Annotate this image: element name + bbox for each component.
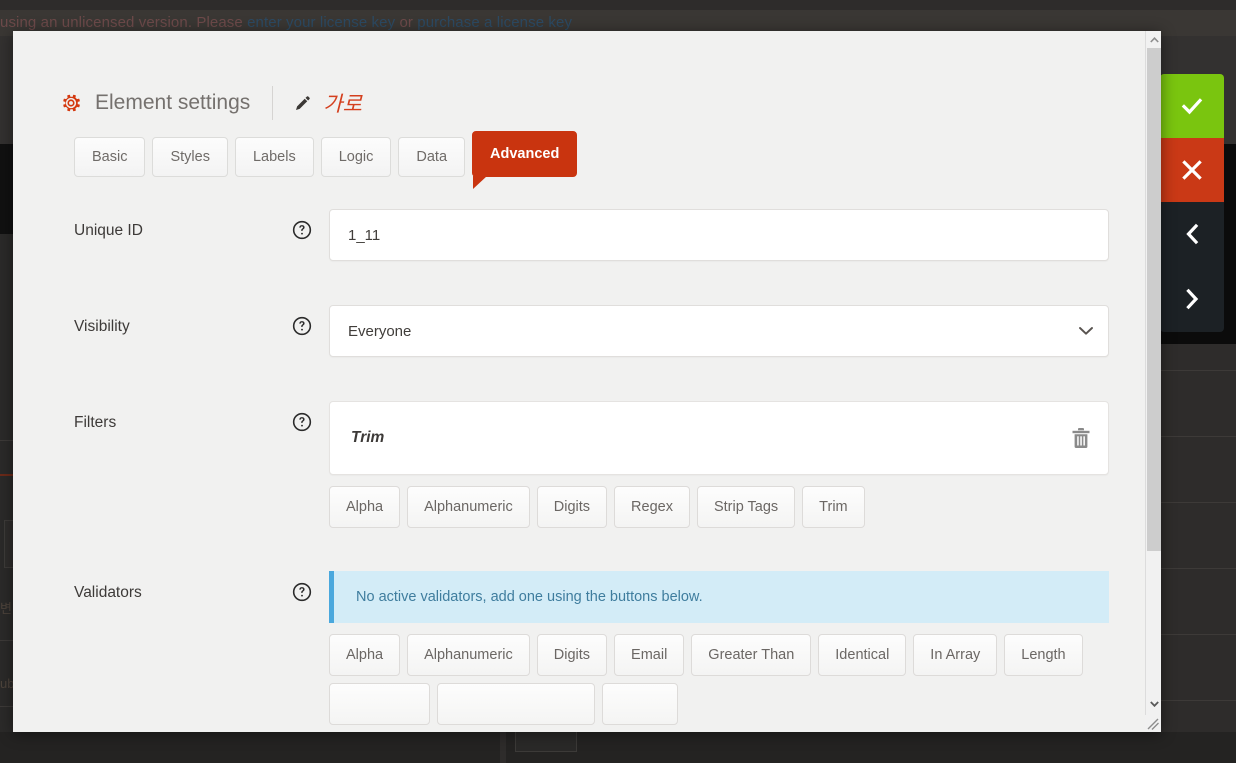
modal-body: Element settings 가로 Basic Styles Labels … [13, 31, 1145, 732]
validator-button-greater-than[interactable]: Greater Than [691, 634, 812, 676]
field-row-filters: Filters Trim Alpha Alphanumeric Digits R… [74, 401, 1109, 535]
field-row-validators: Validators No active validators, add one… [74, 571, 1109, 732]
filter-button-digits[interactable]: Digits [536, 486, 608, 528]
validator-button-identical[interactable]: Identical [818, 634, 907, 676]
chevron-left-icon [1186, 223, 1199, 245]
filter-button-alphanumeric[interactable]: Alphanumeric [407, 486, 530, 528]
tab-styles[interactable]: Styles [152, 137, 228, 177]
pencil-icon[interactable] [293, 94, 312, 113]
background-divider-9 [1161, 700, 1236, 701]
chevron-right-icon [1186, 288, 1199, 310]
tab-labels[interactable]: Labels [234, 137, 314, 177]
license-banner-link-1[interactable]: enter your license key [247, 14, 395, 31]
filter-button-trim[interactable]: Trim [802, 486, 865, 528]
filter-button-alpha[interactable]: Alpha [329, 486, 401, 528]
help-circle-icon[interactable] [292, 316, 312, 336]
validator-button-length[interactable]: Length [1004, 634, 1083, 676]
active-filter-name: Trim [351, 429, 385, 446]
validator-button-row2-2[interactable] [437, 683, 595, 725]
filter-buttons: Alpha Alphanumeric Digits Regex Strip Ta… [329, 486, 1109, 535]
help-circle-icon[interactable] [292, 220, 312, 240]
page-root: using an unlicensed version. Please ente… [0, 0, 1236, 763]
help-circle-icon[interactable] [292, 412, 312, 432]
license-banner-text-1: using an unlicensed version. Please [0, 14, 248, 31]
filters-field-wrap: Trim Alpha Alphanumeric Digits Regex Str… [329, 401, 1109, 535]
validators-label: Validators [74, 584, 142, 601]
visibility-label: Visibility [74, 318, 130, 335]
page-title: Element settings [95, 91, 251, 114]
tab-data[interactable]: Data [398, 137, 466, 177]
scroll-down-icon[interactable] [1146, 695, 1161, 712]
trash-icon[interactable] [1072, 428, 1090, 448]
validators-field-wrap: No active validators, add one using the … [329, 571, 1109, 732]
validator-buttons: Alpha Alphanumeric Digits Email Greater … [329, 634, 1109, 732]
unique-id-field-wrap [329, 209, 1109, 261]
resize-grip-icon[interactable] [1145, 715, 1161, 732]
filter-button-strip-tags[interactable]: Strip Tags [696, 486, 796, 528]
validator-button-alpha[interactable]: Alpha [329, 634, 401, 676]
visibility-field-wrap: Everyone [329, 305, 1109, 357]
cancel-button[interactable] [1160, 138, 1224, 202]
help-circle-icon[interactable] [292, 582, 312, 602]
background-divider-7 [1161, 568, 1236, 569]
modal-scrollbar[interactable] [1145, 31, 1161, 732]
advanced-settings-form: Unique ID Visibility [13, 209, 1145, 732]
tab-logic[interactable]: Logic [320, 137, 392, 177]
background-footer-strip-left [0, 732, 500, 763]
validator-button-alphanumeric[interactable]: Alphanumeric [407, 634, 530, 676]
validator-button-email[interactable]: Email [614, 634, 685, 676]
element-name: 가로 [323, 93, 362, 116]
field-row-unique-id: Unique ID [74, 209, 1109, 261]
validator-button-row2-3[interactable] [602, 683, 678, 725]
confirm-button[interactable] [1160, 74, 1224, 138]
next-element-button[interactable] [1160, 266, 1224, 332]
validator-button-in-array[interactable]: In Array [913, 634, 998, 676]
license-banner-link-2[interactable]: purchase a license key [417, 14, 572, 31]
previous-element-button[interactable] [1160, 202, 1224, 266]
tab-advanced[interactable]: Advanced [472, 131, 578, 189]
visibility-select-wrap: Everyone [329, 305, 1109, 357]
close-icon [1182, 160, 1202, 180]
gear-icon [63, 94, 80, 112]
settings-tabs: Basic Styles Labels Logic Data Advanced [13, 131, 1145, 189]
validator-button-digits[interactable]: Digits [536, 634, 608, 676]
modal-header: Element settings 가로 [13, 31, 1145, 127]
validators-empty-message: No active validators, add one using the … [329, 571, 1109, 623]
background-divider-6 [1161, 502, 1236, 503]
element-settings-modal: Element settings 가로 Basic Styles Labels … [13, 31, 1161, 732]
check-icon [1181, 98, 1203, 115]
active-filter-row: Trim [329, 401, 1109, 475]
header-divider [272, 86, 274, 120]
background-divider-8 [1161, 634, 1236, 635]
background-footer-button [515, 730, 577, 752]
background-footer-strip-right [506, 732, 1236, 763]
unique-id-label: Unique ID [74, 222, 143, 239]
background-divider-4 [1161, 370, 1236, 371]
license-banner-text-2: or [395, 14, 418, 31]
field-row-visibility: Visibility Everyone [74, 305, 1109, 357]
scrollbar-thumb[interactable] [1147, 48, 1161, 551]
tab-basic[interactable]: Basic [74, 137, 146, 177]
background-divider-5 [1161, 436, 1236, 437]
filters-label: Filters [74, 414, 117, 431]
filter-button-regex[interactable]: Regex [614, 486, 690, 528]
visibility-select[interactable]: Everyone [329, 305, 1109, 357]
unique-id-input[interactable] [329, 209, 1109, 261]
scroll-up-icon[interactable] [1146, 31, 1161, 48]
side-action-stack [1160, 74, 1224, 332]
validator-button-row2-1[interactable] [329, 683, 430, 725]
